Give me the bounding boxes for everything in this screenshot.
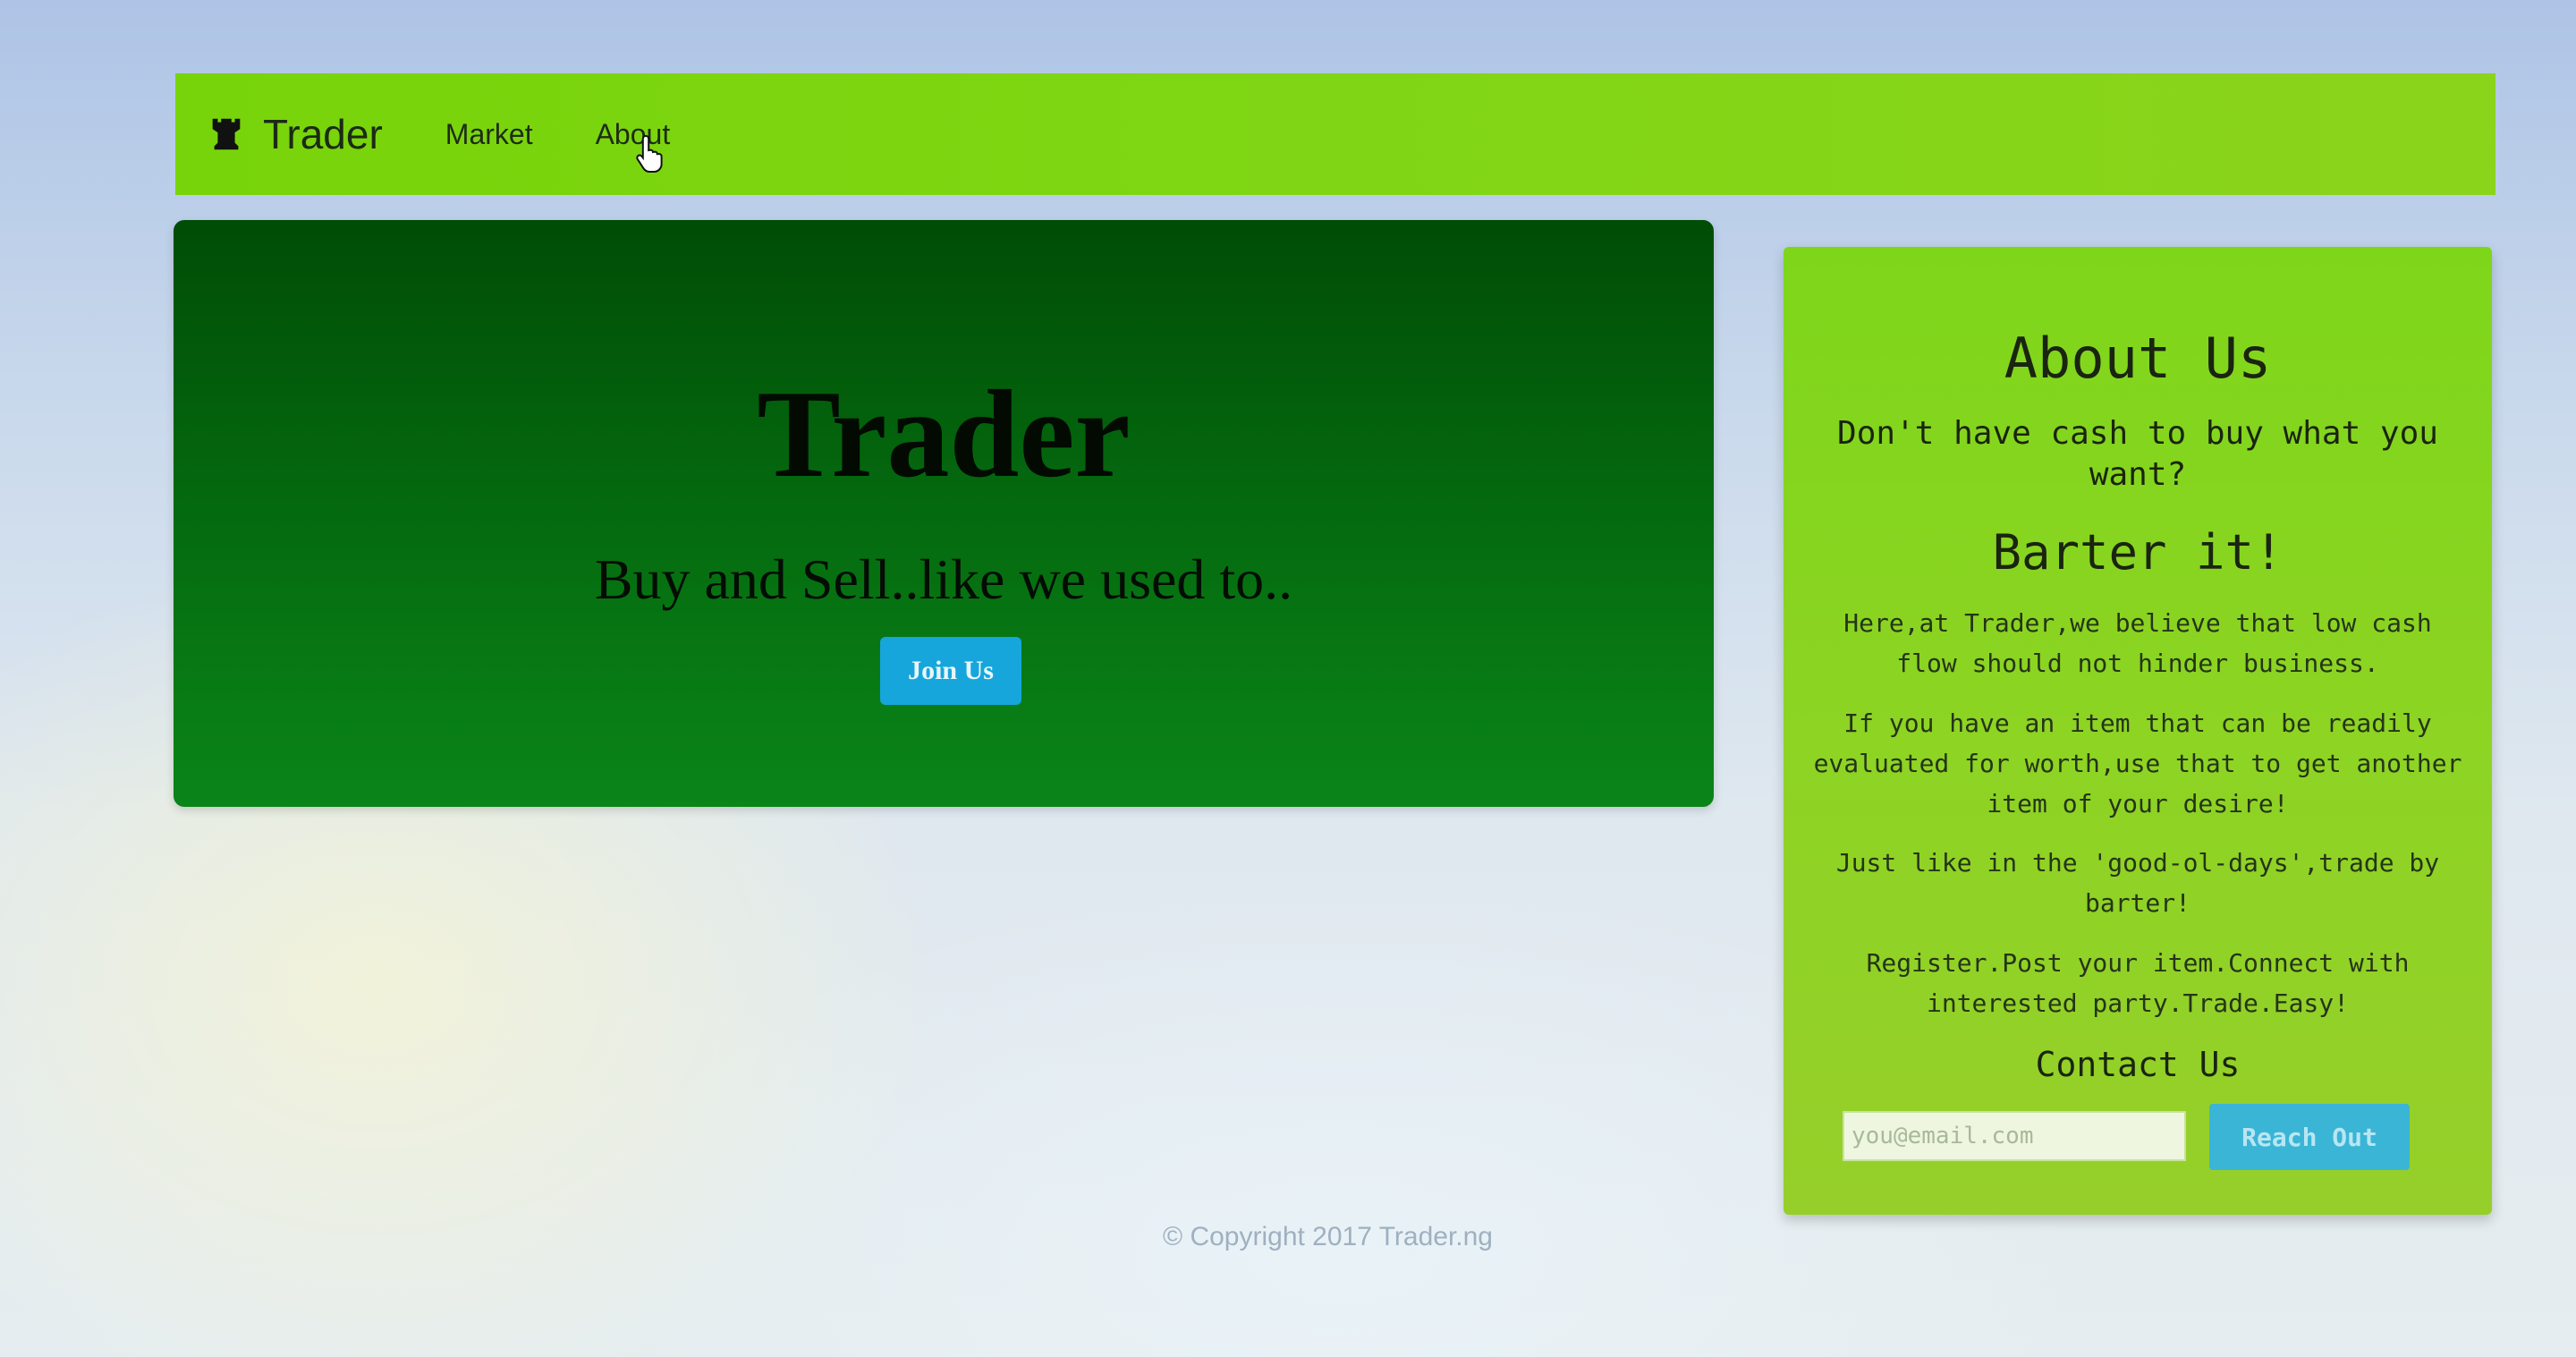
footer-copyright: © Copyright 2017 Trader.ng <box>1163 1222 1493 1251</box>
brand-link[interactable]: Trader <box>206 110 383 158</box>
email-input[interactable] <box>1843 1111 2186 1161</box>
hero-jumbotron: Trader Buy and Sell..like we used to.. J… <box>174 220 1714 807</box>
hand-pointer-icon <box>636 134 663 173</box>
join-us-button[interactable]: Join Us <box>880 637 1021 705</box>
about-paragraph: If you have an item that can be readily … <box>1813 708 2462 818</box>
about-paragraph: Register.Post your item.Connect with int… <box>1866 948 2410 1018</box>
about-paragraph: Here,at Trader,we believe that low cash … <box>1843 608 2432 678</box>
reach-out-button[interactable]: Reach Out <box>2209 1104 2410 1170</box>
barter-heading: Barter it! <box>1992 524 2284 581</box>
about-panel: About Us Don't have cash to buy what you… <box>1784 247 2492 1215</box>
brand-name: Trader <box>263 111 383 157</box>
top-navbar: Trader Market About <box>175 73 2496 195</box>
about-heading: About Us <box>2004 326 2272 391</box>
hero-title: Trader <box>757 365 1131 504</box>
contact-heading: Contact Us <box>2035 1045 2241 1084</box>
about-paragraph: Just like in the 'good-ol-days',trade by… <box>1835 848 2440 918</box>
nav-link-market[interactable]: Market <box>445 118 533 151</box>
hero-subtitle: Buy and Sell..like we used to.. <box>594 547 1293 611</box>
chess-rook-icon <box>212 118 241 150</box>
about-tagline: Don't have cash to buy what you want? <box>1837 415 2438 493</box>
